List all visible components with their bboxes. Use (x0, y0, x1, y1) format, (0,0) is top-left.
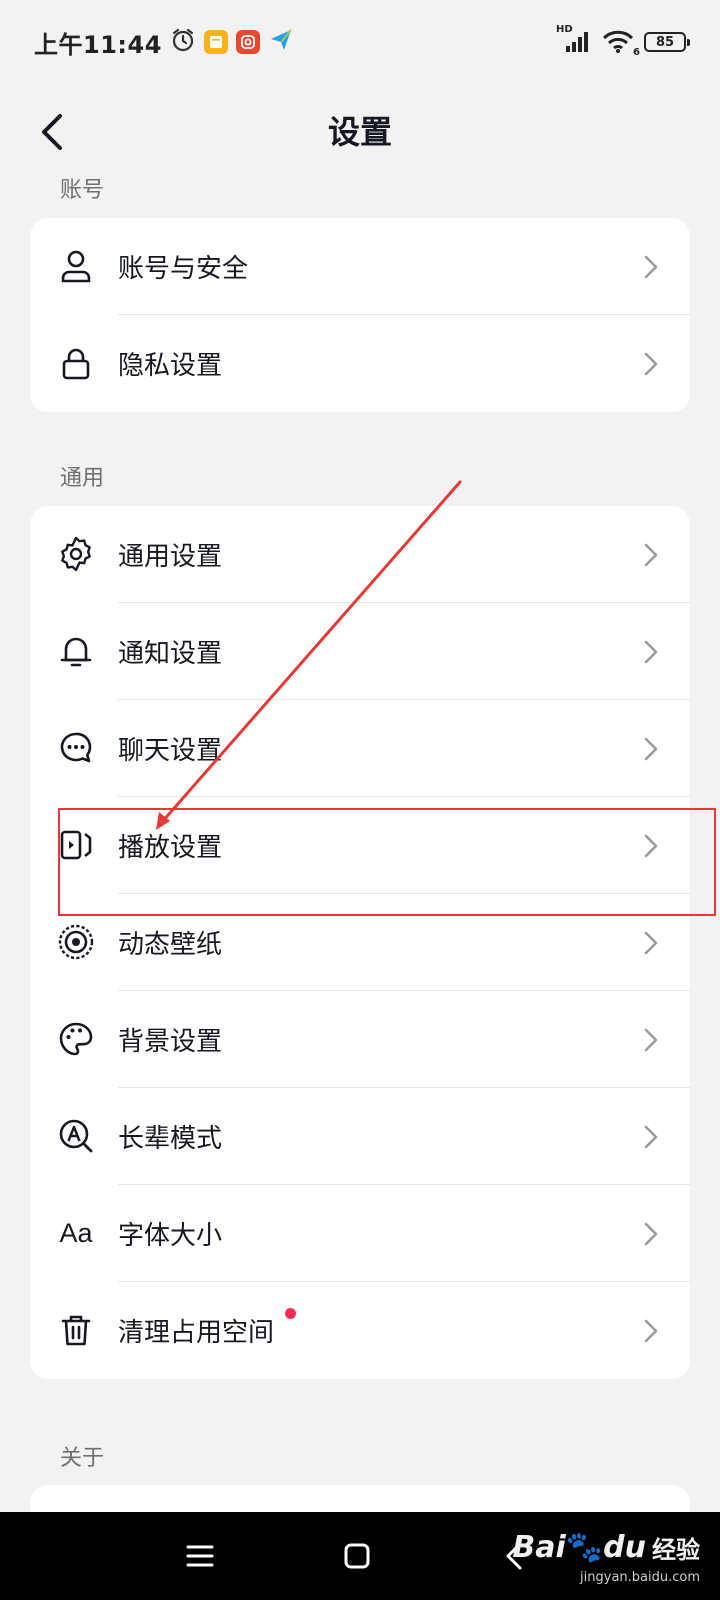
settings-item-background[interactable]: 背景设置 (30, 991, 690, 1088)
settings-item-label: 清理占用空间 (118, 1318, 275, 1348)
back-arrow-icon[interactable] (24, 104, 80, 160)
chevron-right-icon (644, 834, 658, 858)
watermark-brand: Bai🐾du (512, 1530, 646, 1565)
chevron-right-icon (644, 1125, 658, 1149)
chevron-right-icon (644, 737, 658, 761)
settings-item-label: 字体大小 (118, 1221, 223, 1251)
watermark-url: jingyan.baidu.com (580, 1570, 700, 1585)
chevron-right-icon (644, 1319, 658, 1343)
bell-icon (56, 631, 96, 671)
status-time: 上午11:44 (34, 30, 162, 59)
elder-mode-icon (56, 1116, 96, 1156)
settings-item-label: 聊天设置 (118, 736, 223, 766)
notes-app-icon (203, 30, 228, 54)
signal-icon: HD (556, 24, 592, 54)
nav-bar: 设置 (0, 84, 720, 180)
settings-item-notification[interactable]: 通知设置 (30, 603, 690, 700)
font-size-icon: Aa (50, 1213, 102, 1253)
settings-item-chat[interactable]: 聊天设置 (30, 700, 690, 797)
settings-item-label: 通用设置 (118, 542, 223, 572)
settings-item-clear-storage[interactable]: 清理占用空间 (30, 1282, 690, 1379)
system-nav-bar: Bai🐾du 经验 jingyan.baidu.com (0, 1512, 720, 1600)
chat-bubble-icon (56, 728, 96, 768)
notification-dot (285, 1308, 296, 1319)
user-icon (56, 246, 96, 286)
alarm-icon (170, 27, 196, 57)
playback-icon (56, 825, 96, 865)
chevron-right-icon (644, 1222, 658, 1246)
paper-plane-app-icon (268, 27, 294, 57)
network-type-label: HD (556, 24, 573, 35)
settings-item-label: 播放设置 (118, 833, 223, 863)
settings-item-general[interactable]: 通用设置 (30, 506, 690, 603)
settings-item-label: 隐私设置 (118, 351, 223, 381)
section-label-general: 通用 (60, 466, 105, 491)
status-bar: 上午11:44 HD 6 85 (0, 0, 720, 84)
settings-item-playback[interactable]: 播放设置 (30, 797, 690, 894)
menu-icon[interactable] (180, 1536, 220, 1576)
palette-icon (56, 1019, 96, 1059)
page-title: 设置 (327, 113, 392, 151)
settings-item-label: 账号与安全 (118, 254, 249, 284)
settings-item-font-size[interactable]: Aa 字体大小 (30, 1185, 690, 1282)
chevron-right-icon (644, 543, 658, 567)
baidu-jingyan-watermark: Bai🐾du 经验 jingyan.baidu.com (512, 1530, 700, 1585)
chevron-right-icon (644, 352, 658, 376)
settings-item-label: 通知设置 (118, 639, 223, 669)
chevron-right-icon (644, 1028, 658, 1052)
trash-icon (56, 1310, 96, 1350)
gear-icon (56, 534, 96, 574)
wifi-badge: 6 (633, 47, 640, 58)
settings-item-account-security[interactable]: 账号与安全 (30, 218, 690, 315)
section-label-about: 关于 (60, 1446, 105, 1471)
settings-item-label: 长辈模式 (118, 1124, 223, 1154)
font-size-icon-text: Aa (59, 1217, 93, 1248)
lock-icon (56, 343, 96, 383)
general-card: 通用设置 通知设置 聊天设置 播放设置 动态壁纸 背景设置 长辈模式 Aa 字体… (30, 506, 690, 1379)
chevron-right-icon (644, 255, 658, 279)
settings-item-label: 动态壁纸 (118, 930, 223, 960)
settings-item-dynamic-wallpaper[interactable]: 动态壁纸 (30, 894, 690, 991)
battery-icon: 85 (644, 32, 690, 52)
home-icon[interactable] (337, 1536, 377, 1576)
wifi-icon: 6 (602, 30, 640, 58)
settings-item-elder-mode[interactable]: 长辈模式 (30, 1088, 690, 1185)
section-label-account: 账号 (60, 178, 105, 203)
chevron-right-icon (644, 931, 658, 955)
chevron-right-icon (644, 640, 658, 664)
account-card: 账号与安全 隐私设置 (30, 218, 690, 412)
watermark-cn: 经验 (652, 1536, 700, 1564)
settings-item-label: 背景设置 (118, 1027, 223, 1057)
settings-item-privacy[interactable]: 隐私设置 (30, 315, 690, 412)
paw-icon: 🐾 (565, 1530, 604, 1565)
camera-app-icon (235, 30, 260, 54)
dynamic-wallpaper-icon (56, 922, 96, 962)
